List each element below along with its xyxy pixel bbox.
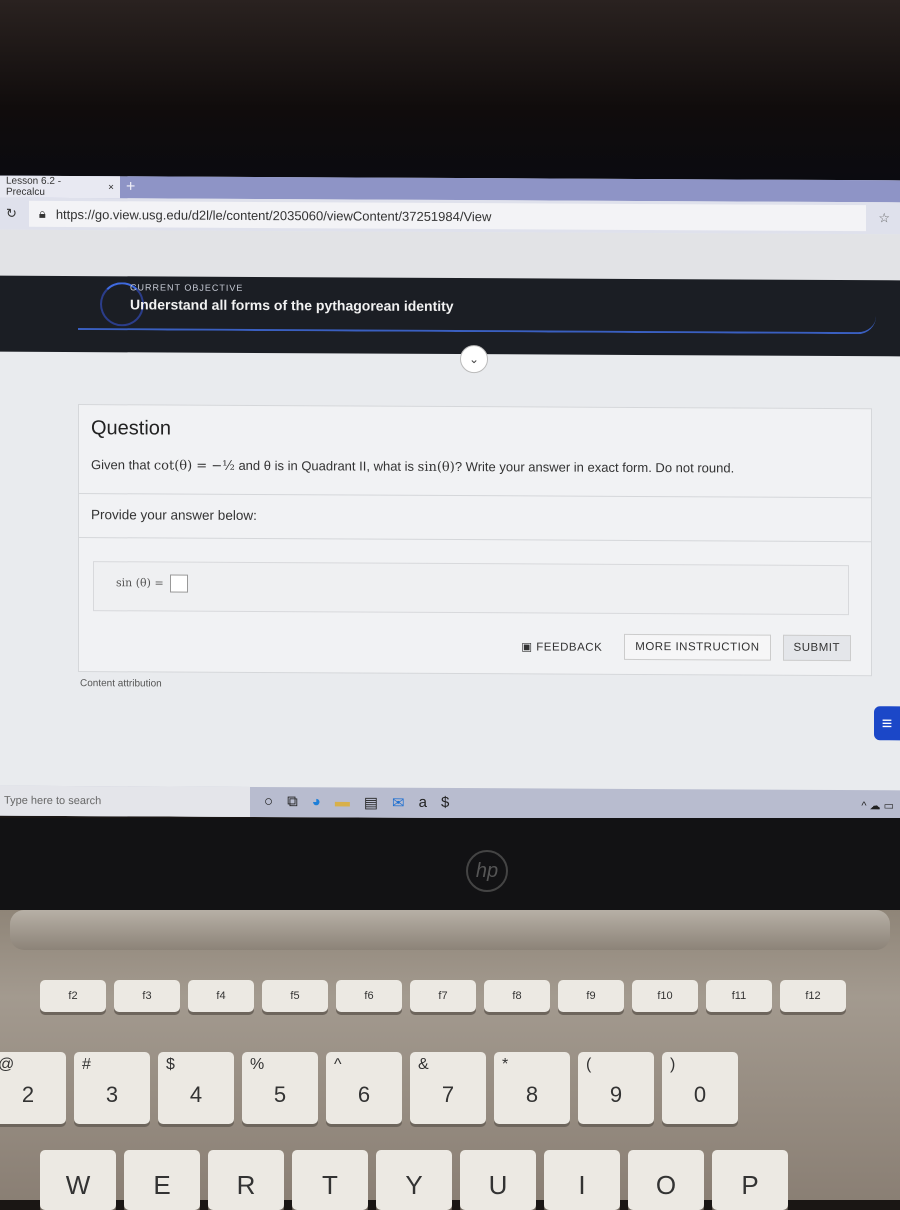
question-heading: Question	[91, 417, 172, 440]
number-key[interactable]: * 8	[494, 1052, 570, 1124]
photo-background	[0, 0, 900, 180]
number-key[interactable]: (9	[578, 1052, 654, 1124]
answer-input[interactable]	[170, 574, 188, 593]
function-key[interactable]: f7	[410, 980, 476, 1012]
store-icon[interactable]: ▤	[364, 794, 378, 812]
more-instruction-button[interactable]: MORE INSTRUCTION	[624, 633, 771, 661]
amazon-icon[interactable]: a	[419, 794, 427, 812]
function-key[interactable]: f10	[632, 980, 698, 1012]
answer-label: sin (θ) =	[116, 576, 164, 590]
number-key[interactable]: #3	[74, 1052, 150, 1124]
question-card: Question Given that cot(θ) = −½ and θ is…	[78, 404, 872, 677]
address-bar-row: ↻ 🔒︎ https://go.view.usg.edu/d2l/le/cont…	[0, 197, 900, 235]
new-tab-button[interactable]: +	[126, 178, 135, 196]
letter-key[interactable]: E	[124, 1150, 200, 1210]
letter-key[interactable]: Y	[376, 1150, 452, 1210]
taskbar: Type here to search ○ ⧉ ◕ ▬ ▤ ✉ a $ ^ ☁ …	[0, 785, 900, 821]
feedback-icon: ▣	[521, 641, 537, 654]
number-key[interactable]: % 5	[242, 1052, 318, 1124]
function-key[interactable]: f4	[188, 980, 254, 1012]
task-view-icon[interactable]: ⧉	[287, 793, 298, 811]
function-key[interactable]: f3	[114, 980, 180, 1012]
hp-logo: hp	[466, 850, 508, 892]
refresh-icon[interactable]: ↻	[6, 206, 17, 222]
edge-icon[interactable]: ◕	[312, 793, 321, 811]
number-key[interactable]: $4	[158, 1052, 234, 1124]
letter-key[interactable]: O	[628, 1150, 704, 1210]
objective-banner: CURRENT OBJECTIVE Understand all forms o…	[0, 275, 900, 357]
submit-button[interactable]: SUBMIT	[782, 634, 851, 662]
tab-title: Lesson 6.2 - Precalcu	[6, 175, 62, 198]
objective-title: Understand all forms of the pythagorean …	[130, 296, 454, 315]
function-key[interactable]: f6	[336, 980, 402, 1012]
function-key[interactable]: f11	[706, 980, 772, 1012]
keyboard: f2f3f4f5f6f7f8f9f10f11f12 @2#3$4%5^6&7*8…	[0, 910, 900, 1210]
objective-label: CURRENT OBJECTIVE	[130, 282, 244, 293]
content-attribution-link[interactable]: Content attribution	[80, 678, 162, 689]
letter-key[interactable]: U	[460, 1150, 536, 1210]
mail-icon[interactable]: ✉	[392, 794, 405, 812]
file-explorer-icon[interactable]: ▬	[335, 793, 350, 811]
number-key[interactable]: ^ 6	[326, 1052, 402, 1124]
chevron-down-icon[interactable]: ⌄	[460, 345, 488, 374]
chat-icon[interactable]: ≡	[874, 706, 900, 741]
url-text: https://go.view.usg.edu/d2l/le/content/2…	[55, 206, 492, 224]
browser-tab[interactable]: Lesson 6.2 - Precalcu ×	[0, 175, 120, 199]
answer-area: sin (θ) =	[93, 561, 849, 616]
favorite-star-icon[interactable]: ☆	[878, 210, 890, 226]
taskbar-search[interactable]: Type here to search	[0, 785, 250, 817]
close-tab-icon[interactable]: ×	[108, 182, 114, 193]
system-tray-icons[interactable]: ^ ☁ ▭	[861, 799, 894, 812]
function-key[interactable]: f9	[558, 980, 624, 1012]
function-key[interactable]: f2	[40, 980, 106, 1012]
letter-key[interactable]: P	[712, 1150, 788, 1210]
question-text: Given that cot(θ) = −½ and θ is in Quadr…	[91, 457, 735, 476]
function-key[interactable]: f5	[262, 980, 328, 1012]
dollar-app-icon[interactable]: $	[441, 794, 449, 812]
feedback-button[interactable]: ▣ FEEDBACK	[511, 633, 612, 660]
function-key[interactable]: f12	[780, 980, 846, 1012]
cortana-icon[interactable]: ○	[264, 793, 273, 811]
number-key[interactable]: ) 0	[662, 1052, 738, 1124]
function-key[interactable]: f8	[484, 980, 550, 1012]
provide-answer-label: Provide your answer below:	[91, 507, 257, 523]
letter-key[interactable]: I	[544, 1150, 620, 1210]
letter-key[interactable]: W	[40, 1150, 116, 1210]
letter-key[interactable]: T	[292, 1150, 368, 1210]
number-key[interactable]: & 7	[410, 1052, 486, 1124]
number-key[interactable]: @2	[0, 1052, 66, 1124]
lock-icon: 🔒︎	[38, 205, 46, 221]
laptop-screen: Lesson 6.2 - Precalcu × + ↻ 🔒︎ https://g…	[0, 175, 900, 821]
letter-key[interactable]: R	[208, 1150, 284, 1210]
address-bar[interactable]: 🔒︎ https://go.view.usg.edu/d2l/le/conten…	[28, 200, 867, 232]
